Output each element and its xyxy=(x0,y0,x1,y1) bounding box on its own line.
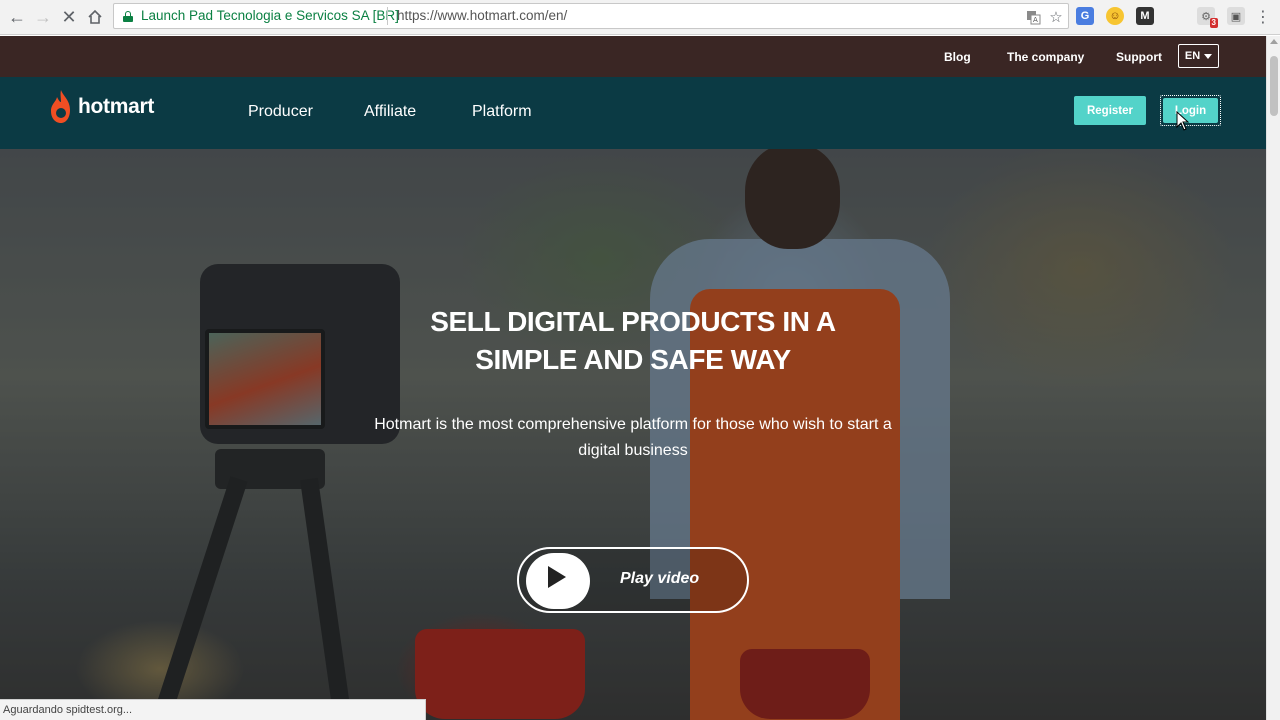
extension-badge: 3 xyxy=(1209,18,1218,28)
scroll-up-icon[interactable] xyxy=(1270,39,1278,44)
play-icon xyxy=(548,566,566,588)
play-video-button[interactable]: Play video xyxy=(517,547,749,613)
register-button[interactable]: Register xyxy=(1074,96,1146,125)
certificate-label[interactable]: Launch Pad Tecnologia e Servicos SA [BR] xyxy=(141,8,399,23)
chevron-down-icon xyxy=(1204,53,1213,59)
address-bar[interactable]: Launch Pad Tecnologia e Servicos SA [BR]… xyxy=(113,3,1069,29)
nav-platform[interactable]: Platform xyxy=(472,103,532,121)
scroll-thumb[interactable] xyxy=(1270,56,1278,116)
address-separator xyxy=(387,7,388,25)
notification-extension-icon[interactable]: ⚙ 3 xyxy=(1197,7,1218,28)
hero-subtitle: Hotmart is the most comprehensive platfo… xyxy=(374,416,892,459)
gmail-extension-icon[interactable]: M xyxy=(1136,7,1154,25)
play-video-label: Play video xyxy=(620,570,700,587)
page-scrollbar[interactable] xyxy=(1266,36,1280,720)
nav-producer[interactable]: Producer xyxy=(248,103,313,121)
blog-link[interactable]: Blog xyxy=(944,50,971,64)
back-icon[interactable]: ← xyxy=(6,6,28,28)
hero-title: SELL DIGITAL PRODUCTS IN A SIMPLE AND SA… xyxy=(430,306,836,375)
browser-status-text: Aguardando spidtest.org... xyxy=(0,699,426,720)
utility-bar: Blog The company Support EN xyxy=(0,36,1266,77)
bag-extension-icon[interactable]: ▣ xyxy=(1227,7,1245,25)
logo-text: hotmart xyxy=(78,95,155,118)
language-select[interactable]: EN xyxy=(1178,44,1219,68)
nav-affiliate[interactable]: Affiliate xyxy=(364,103,416,121)
login-label: Login xyxy=(1163,98,1218,123)
browser-toolbar: ← → ✕ Launch Pad Tecnologia e Servicos S… xyxy=(0,0,1280,35)
login-button[interactable]: Login xyxy=(1160,95,1221,126)
hotmart-logo[interactable]: hotmart xyxy=(48,89,154,125)
mouse-cursor-icon xyxy=(1176,111,1190,131)
url-text[interactable]: https://www.hotmart.com/en/ xyxy=(397,8,567,23)
site-header: hotmart Producer Affiliate Platform Regi… xyxy=(0,77,1266,149)
emoji-extension-icon[interactable]: ☺ xyxy=(1106,7,1124,25)
hero-section: SELL DIGITAL PRODUCTS IN A SIMPLE AND SA… xyxy=(0,149,1266,720)
translate-icon[interactable]: A xyxy=(1024,8,1042,26)
home-icon[interactable] xyxy=(84,6,106,28)
reload-icon[interactable]: ✕ xyxy=(58,6,80,28)
star-icon[interactable]: ☆ xyxy=(1047,8,1065,26)
menu-icon[interactable]: ⋮ xyxy=(1252,6,1274,28)
forward-icon[interactable]: → xyxy=(32,6,54,28)
svg-text:A: A xyxy=(1033,16,1038,24)
support-link[interactable]: Support xyxy=(1116,50,1162,64)
language-value: EN xyxy=(1184,50,1201,62)
the-company-link[interactable]: The company xyxy=(1007,50,1084,64)
lock-icon xyxy=(123,11,133,22)
google-translate-extension-icon[interactable]: G xyxy=(1076,7,1094,25)
flame-icon xyxy=(51,90,70,123)
